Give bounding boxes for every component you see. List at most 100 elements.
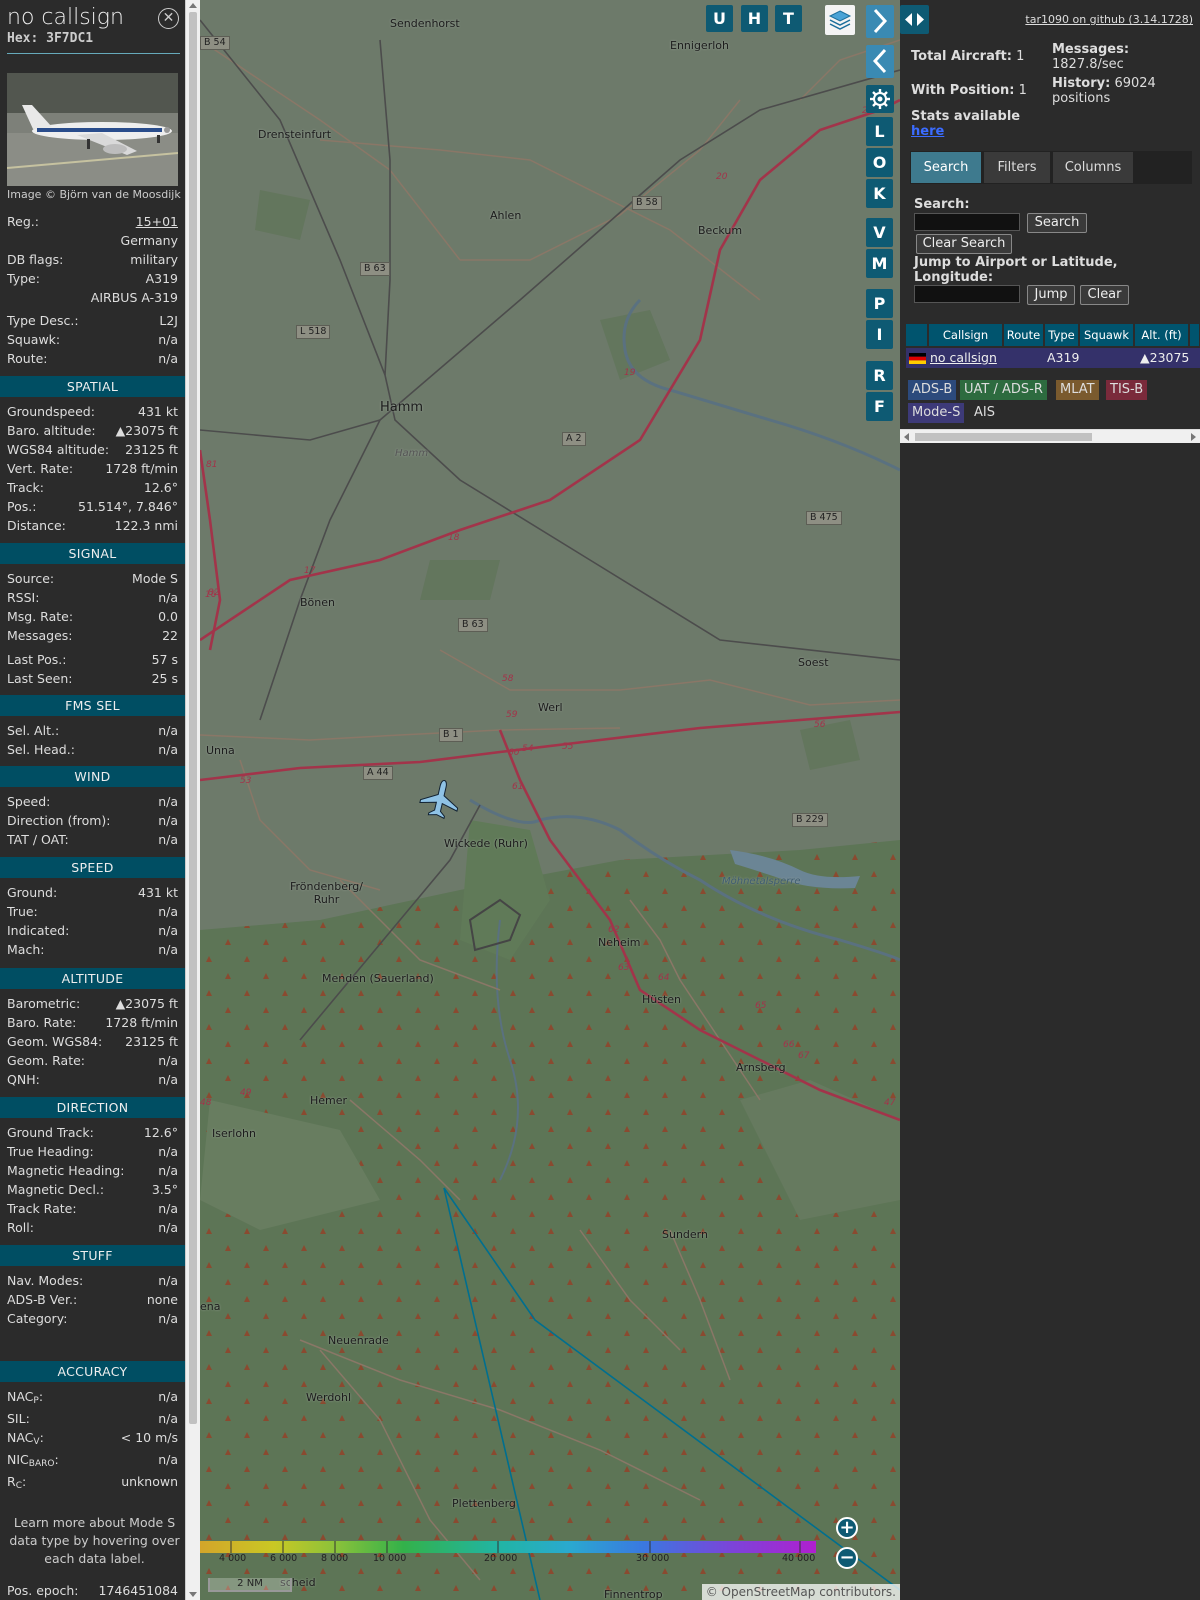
stuff-label[interactable]: Nav. Modes: (7, 1273, 83, 1288)
accuracy-label[interactable]: SIL: (7, 1411, 30, 1426)
search-input[interactable] (914, 213, 1020, 231)
direction-label[interactable]: Track Rate: (7, 1201, 77, 1216)
altitude-label[interactable]: Geom. Rate: (7, 1053, 85, 1068)
direction-value: n/a (158, 1144, 178, 1159)
speed-label[interactable]: True: (7, 904, 38, 919)
accuracy-label[interactable]: NIC (7, 1452, 29, 1467)
map-view[interactable]: Sendenhorst Ennigerloh Drensteinfurt Ahlen B… (200, 0, 900, 1600)
button-h[interactable]: H (741, 5, 768, 32)
altitude-label[interactable]: Barometric: (7, 996, 80, 1011)
collapse-left-icon[interactable] (866, 45, 894, 78)
close-icon[interactable]: ✕ (158, 8, 179, 29)
info-panel-scrollbar[interactable] (185, 0, 200, 1600)
signal-label[interactable]: Messages: (7, 628, 73, 643)
button-m[interactable]: M (866, 249, 893, 278)
button-u[interactable]: U (706, 5, 733, 32)
legend-chip-mode-s[interactable]: Mode-S (908, 403, 965, 423)
spatial-label[interactable]: WGS84 altitude: (7, 442, 109, 457)
speed-label[interactable]: Indicated: (7, 923, 69, 938)
col-squawk[interactable]: Squawk (1080, 324, 1134, 346)
col-altitude[interactable]: Alt. (ft) (1135, 324, 1189, 346)
expand-right-icon[interactable] (866, 5, 894, 38)
layers-icon[interactable] (825, 5, 855, 35)
signal-label[interactable]: Msg. Rate: (7, 609, 73, 624)
wind-label[interactable]: Speed: (7, 794, 50, 809)
stuff-label[interactable]: Category: (7, 1311, 67, 1326)
spatial-label[interactable]: Groundspeed: (7, 404, 95, 419)
stats-link[interactable]: here (911, 124, 944, 139)
scroll-up-icon[interactable] (189, 3, 197, 8)
signal-label[interactable]: RSSI: (7, 590, 39, 605)
direction-label[interactable]: Magnetic Decl.: (7, 1182, 104, 1197)
button-l[interactable]: L (866, 117, 893, 146)
spatial-label[interactable]: Track: (7, 480, 44, 495)
button-r[interactable]: R (866, 361, 893, 390)
col-type[interactable]: Type (1045, 324, 1079, 346)
spatial-label[interactable]: Vert. Rate: (7, 461, 73, 476)
accuracy-label[interactable]: R (7, 1474, 16, 1489)
legend-chip-mlat[interactable]: MLAT (1056, 380, 1099, 400)
tab-columns[interactable]: Columns (1053, 152, 1133, 183)
signal-label[interactable]: Last Pos.: (7, 652, 66, 667)
spatial-label[interactable]: Baro. altitude: (7, 423, 96, 438)
scrollbar-thumb[interactable] (915, 433, 1092, 441)
button-f[interactable]: F (866, 392, 893, 421)
button-p[interactable]: P (866, 289, 893, 318)
clear-button[interactable]: Clear (1080, 285, 1129, 305)
speed-label[interactable]: Ground: (7, 885, 57, 900)
scroll-right-icon[interactable] (1191, 433, 1196, 441)
wind-label[interactable]: TAT / OAT: (7, 832, 69, 847)
signal-label[interactable]: Source: (7, 571, 54, 586)
col-more[interactable] (1190, 324, 1200, 346)
legend-chip-tis-b[interactable]: TIS-B (1106, 380, 1148, 400)
col-route[interactable]: Route (1004, 324, 1044, 346)
wind-label[interactable]: Direction (from): (7, 813, 111, 828)
search-button[interactable]: Search (1027, 213, 1087, 233)
tab-filters[interactable]: Filters (984, 152, 1050, 183)
table-row[interactable]: no callsign A319 ▲23075 (906, 348, 1200, 368)
fms-label[interactable]: Sel. Alt.: (7, 723, 59, 738)
zoom-out-button[interactable]: − (836, 1547, 858, 1569)
altitude-label[interactable]: Baro. Rate: (7, 1015, 76, 1030)
spatial-label[interactable]: Distance: (7, 518, 66, 533)
scroll-left-icon[interactable] (904, 433, 909, 441)
fms-label[interactable]: Sel. Head.: (7, 742, 75, 757)
osm-link[interactable]: OpenStreetMap (722, 1585, 816, 1599)
zoom-in-button[interactable]: + (836, 1517, 858, 1539)
github-link[interactable]: tar1090 on github (3.14.1728) (1025, 13, 1193, 26)
button-o[interactable]: O (866, 148, 893, 177)
col-flag[interactable] (906, 324, 928, 346)
jump-input[interactable] (914, 285, 1020, 303)
signal-label[interactable]: Last Seen: (7, 671, 72, 686)
legend-chip-ais[interactable]: AIS (970, 403, 999, 423)
speed-label[interactable]: Mach: (7, 942, 44, 957)
spatial-label[interactable]: Pos.: (7, 499, 36, 514)
aircraft-photo[interactable] (7, 73, 178, 186)
direction-label[interactable]: Ground Track: (7, 1125, 94, 1140)
button-k[interactable]: K (866, 179, 893, 208)
scrollbar-thumb[interactable] (189, 12, 197, 1424)
scroll-down-icon[interactable] (189, 1592, 197, 1597)
accuracy-label[interactable]: NAC (7, 1430, 33, 1445)
accuracy-label[interactable]: NAC (7, 1389, 33, 1404)
reg-link[interactable]: 15+01 (136, 214, 178, 229)
altitude-label[interactable]: QNH: (7, 1072, 40, 1087)
direction-label[interactable]: Magnetic Heading: (7, 1163, 124, 1178)
clear-search-button[interactable]: Clear Search (916, 234, 1012, 254)
tab-search[interactable]: Search (911, 152, 981, 183)
gear-icon[interactable] (866, 85, 894, 113)
legend-chip-uat-ads-r[interactable]: UAT / ADS-R (960, 380, 1047, 400)
altitude-label[interactable]: Geom. WGS84: (7, 1034, 102, 1049)
button-i[interactable]: I (866, 320, 893, 349)
direction-label[interactable]: True Heading: (7, 1144, 94, 1159)
direction-label[interactable]: Roll: (7, 1220, 34, 1235)
row-callsign[interactable]: no callsign (930, 348, 997, 368)
legend-chip-ads-b[interactable]: ADS-B (908, 380, 957, 400)
button-t[interactable]: T (775, 5, 802, 32)
button-v[interactable]: V (866, 218, 893, 247)
col-callsign[interactable]: Callsign (929, 324, 1003, 346)
jump-button[interactable]: Jump (1027, 285, 1075, 305)
toggle-sidebar-icon[interactable] (900, 5, 929, 34)
stuff-label[interactable]: ADS-B Ver.: (7, 1292, 77, 1307)
table-horizontal-scrollbar[interactable] (900, 429, 1200, 443)
